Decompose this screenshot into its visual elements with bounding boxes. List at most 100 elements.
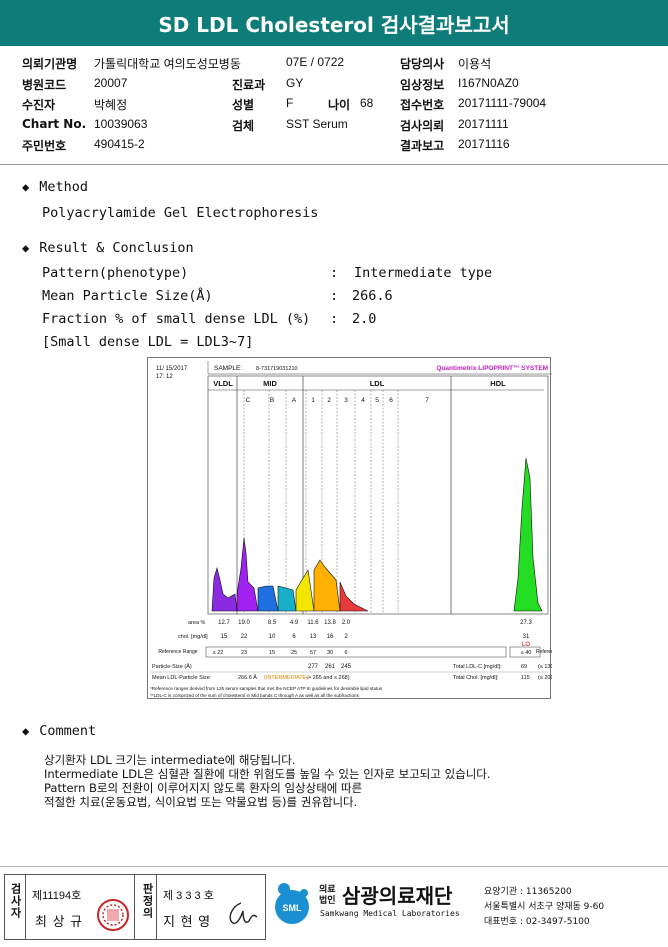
chol-label: chol. [mg/dl] — [178, 634, 208, 640]
info-value: 20171111 — [458, 116, 509, 131]
result-colon: : — [330, 265, 339, 281]
group-label: LDL — [370, 379, 385, 388]
mid-b-peak — [257, 585, 279, 612]
band-label: A — [292, 397, 297, 404]
reference-value: 30 — [327, 650, 333, 656]
signature-icon — [229, 902, 258, 924]
info-label: 성별 — [232, 98, 255, 112]
signature-box: 검사자 제11194호 최 상 규 판정의 제 3 3 3 호 지 현 영 — [4, 874, 266, 940]
diamond-bullet-icon: ◆ — [22, 180, 30, 194]
header-divider — [0, 164, 668, 165]
reference-box — [205, 646, 507, 658]
total-chol-value: 115 — [521, 675, 530, 681]
area-value: 19.0 — [238, 620, 250, 626]
info-row: Chart No. 10039063 검체 SST Serum 검사의뢰 20171111 — [22, 115, 662, 136]
org-english-name: Samkwang Medical Laboratories — [320, 909, 460, 918]
sample-id: 8-731719031210 — [256, 366, 298, 372]
area-value: 8.5 — [268, 620, 277, 626]
result-colon: : — [330, 311, 339, 327]
chol-value: 6 — [292, 634, 296, 640]
total-chol-ref: (≤ 200) — [538, 675, 552, 681]
divider — [156, 875, 157, 939]
band-label: 5 — [375, 397, 379, 404]
chol-value: 16 — [327, 634, 334, 640]
band-label: 2 — [327, 397, 331, 404]
mean-size-label: Mean LDL-Particle Size: — [152, 675, 212, 681]
total-ldl-value: 69 — [521, 664, 527, 670]
method-text: Polyacrylamide Gel Electrophoresis — [42, 205, 319, 221]
info-row: 주민번호 490415-2 결과보고 20171116 — [22, 135, 662, 156]
info-value: 20007 — [94, 75, 128, 90]
info-value: 490415-2 — [94, 137, 145, 151]
sml-logo-icon: SML — [275, 883, 309, 924]
lipoprint-graph: 11/ 15/2017 17: 12 SAMPLE: 8-731719031210 Qu… — [147, 357, 552, 699]
ldl3-peak — [339, 581, 369, 612]
mean-size-value: 266.6 Å — [238, 674, 257, 681]
band-label: 1 — [311, 397, 315, 404]
chol-value: 31 — [523, 634, 530, 640]
method-heading: ◆ Method — [22, 179, 89, 195]
chol-value: 2 — [344, 634, 348, 640]
system-name: Quantimetrix LIPOPRINT™ SYSTEM — [436, 365, 548, 372]
info-label: 검체 — [232, 118, 255, 133]
info-value: SST Serum — [286, 116, 348, 131]
report-title: SD LDL Cholesterol 검사결과보고서 — [0, 0, 668, 46]
info-label: 임상정보 — [400, 77, 445, 92]
info-label: 접수번호 — [400, 98, 445, 112]
chol-value: 10 — [269, 634, 276, 640]
reference-value: 57 — [310, 650, 316, 656]
examiner-name: 최 상 규 — [35, 914, 84, 929]
reference-value: 6 — [344, 650, 347, 656]
info-row: 수진자 박혜정 성별 F 접수번호 20171111-79004 나이 68 — [22, 94, 662, 115]
info-value: 20171111-79004 — [458, 96, 547, 110]
band-label: 4 — [361, 397, 365, 404]
result-label-pattern: Pattern(phenotype) — [42, 265, 189, 281]
reference-value: 23 — [241, 650, 247, 656]
sml-logo-text: SML — [283, 903, 303, 913]
reference-value: 25 — [291, 650, 297, 656]
sample-label: SAMPLE: — [214, 365, 242, 372]
org-type: 의료 법인 — [319, 885, 336, 906]
reviewer-name: 지 현 영 — [163, 914, 212, 929]
group-label: MID — [263, 379, 277, 388]
info-value: 10039063 — [94, 116, 148, 131]
result-value-fraction: 2.0 — [352, 311, 377, 327]
info-label: 결과보고 — [400, 139, 445, 153]
comment-heading: ◆ Comment — [22, 723, 97, 739]
band-label: C — [246, 397, 251, 404]
diamond-bullet-icon: ◆ — [22, 724, 30, 738]
reference-value: ≥ 40 — [521, 650, 532, 656]
mean-type: (INTERMEDIATE) — [264, 675, 308, 681]
info-label: 의뢰기관명 — [22, 57, 78, 71]
result-value-size: 266.6 — [352, 288, 393, 304]
footer-divider — [0, 866, 668, 867]
band-label: B — [270, 397, 274, 404]
info-value: I167N0AZ0 — [458, 75, 519, 90]
particle-size-label: Particle-Size (Å) — [152, 663, 192, 670]
age-value: 68 — [360, 96, 374, 110]
total-chol-label: Total Chol. [mg/dl]: — [453, 675, 499, 681]
area-value: 12.7 — [218, 620, 230, 626]
info-row: 의뢰기관명 가톨릭대학교 여의도성모병동 07E / 0722 담당의사 이용석 — [22, 53, 662, 74]
area-value: 27.3 — [520, 620, 532, 626]
lipoprint-svg: 11/ 15/2017 17: 12 SAMPLE: 8-731719031210 Qu… — [150, 361, 552, 698]
ldl2-peak — [313, 559, 341, 612]
result-value-pattern: Intermediate type — [354, 265, 493, 281]
divider — [25, 875, 26, 939]
chol-value: 13 — [310, 634, 317, 640]
group-label: VLDL — [213, 379, 233, 388]
diamond-bullet-icon: ◆ — [22, 241, 30, 255]
result-label-fraction: Fraction % of small dense LDL (%) — [42, 311, 311, 327]
hdl-peak — [513, 457, 543, 612]
reference-value: ≤ 22 — [213, 650, 224, 656]
info-label: 병원코드 — [22, 77, 67, 92]
area-value: 4.9 — [290, 620, 299, 626]
total-ldl-ref: (≤ 130) — [538, 664, 552, 670]
info-value: 박혜정 — [94, 98, 128, 112]
comment-line: Pattern B로의 전환이 이루어지지 않도록 환자의 임상상태에 따른 — [44, 781, 363, 795]
reference-value: 15 — [269, 650, 275, 656]
chol-value: 22 — [241, 634, 248, 640]
band-label: 7 — [425, 397, 429, 404]
info-label: 진료과 — [232, 77, 266, 92]
seal-stamp-icon — [97, 899, 129, 931]
